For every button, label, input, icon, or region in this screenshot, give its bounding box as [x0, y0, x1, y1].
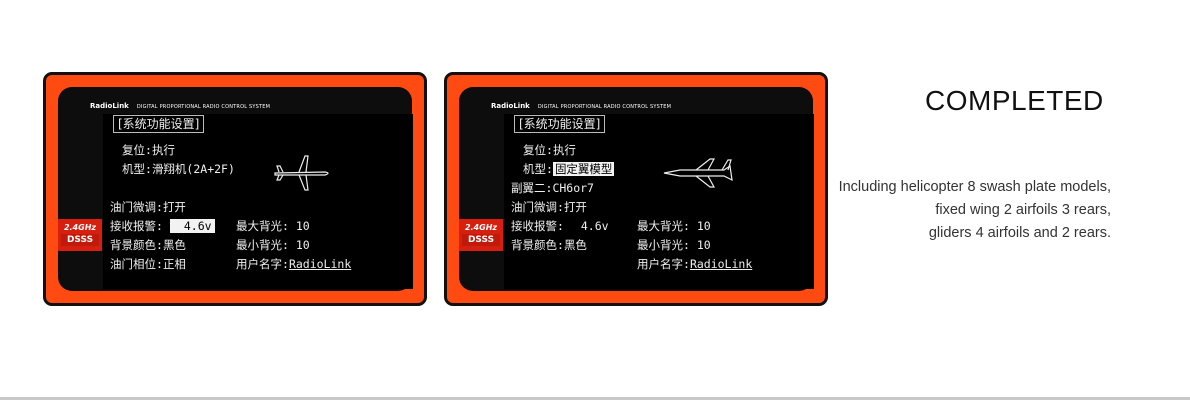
screen-bezel: RadioLink DIGITAL PROPORTIONAL RADIO CONT…: [58, 87, 413, 291]
brand-tagline: DIGITAL PROPORTIONAL RADIO CONTROL SYSTE…: [136, 104, 271, 110]
brand-header: RadioLink DIGITAL PROPORTIONAL RADIO CONT…: [491, 102, 671, 110]
throttle-trim-row: 油门微调:打开: [110, 200, 186, 214]
min-backlight-value[interactable]: 10: [296, 238, 310, 252]
aileron-value[interactable]: CH6or7: [552, 181, 594, 195]
dsss-label: DSSS: [61, 234, 99, 246]
max-backlight-row: 最大背光: 10: [637, 219, 711, 233]
min-backlight-row: 最小背光: 10: [236, 238, 310, 252]
ghz-label: 2.4GHz: [464, 223, 498, 232]
max-backlight-value[interactable]: 10: [697, 219, 711, 233]
color-label: 背景颜色:: [511, 238, 564, 252]
throttle-trim-value[interactable]: 打开: [163, 200, 186, 214]
color-value[interactable]: 黑色: [163, 238, 186, 252]
model-description: Including helicopter 8 swash plate model…: [820, 176, 1111, 245]
reset-label: 复位:: [523, 143, 553, 157]
user-label: 用户名字:: [236, 257, 289, 271]
alarm-value[interactable]: 4.6v: [169, 219, 215, 233]
screen-bezel: RadioLink DIGITAL PROPORTIONAL RADIO CONT…: [459, 87, 814, 291]
description-line: fixed wing 2 airfoils 3 rears,: [935, 202, 1111, 218]
lcd-title: [系统功能设置]: [514, 115, 606, 133]
phase-label: 油门相位:: [110, 257, 163, 271]
lcd-title: [系统功能设置]: [113, 115, 205, 133]
user-label: 用户名字:: [637, 257, 690, 271]
max-backlight-label: 最大背光:: [637, 219, 690, 233]
throttle-trim-label: 油门微调:: [511, 200, 564, 214]
reset-row: 复位:执行: [523, 143, 576, 157]
aileron-row: 副翼二:CH6or7: [511, 181, 594, 195]
model-value[interactable]: 滑翔机(2A+2F): [152, 162, 235, 176]
model-label: 机型:: [122, 162, 152, 176]
min-backlight-row: 最小背光: 10: [637, 238, 711, 252]
brand-name: RadioLink: [491, 102, 530, 110]
color-label: 背景颜色:: [110, 238, 163, 252]
brand-header: RadioLink DIGITAL PROPORTIONAL RADIO CONT…: [90, 102, 270, 110]
alarm-value[interactable]: 4.6v: [571, 219, 609, 233]
glider-icon: [274, 155, 329, 191]
lcd-display: [系统功能设置] 复位:执行 机型: 固定翼模型 副翼二:CH6or7 油门微调:…: [504, 114, 814, 289]
brand-name: RadioLink: [90, 102, 129, 110]
phase-row: 油门相位:正相: [110, 257, 186, 271]
lcd-display: [系统功能设置] 复位:执行 机型:滑翔机(2A+2F) 油门微调:打开 接收报…: [103, 114, 413, 289]
transmitter-screen-glider: RadioLink DIGITAL PROPORTIONAL RADIO CONT…: [43, 72, 427, 306]
max-backlight-value[interactable]: 10: [296, 219, 310, 233]
fixed-wing-plane-icon: [663, 158, 733, 188]
min-backlight-value[interactable]: 10: [697, 238, 711, 252]
user-row: 用户名字:RadioLink: [236, 257, 351, 271]
description-line: gliders 4 airfoils and 2 rears.: [928, 225, 1111, 241]
model-row: 机型:滑翔机(2A+2F): [122, 162, 235, 176]
color-row: 背景颜色:黑色: [511, 238, 587, 252]
reset-value[interactable]: 执行: [152, 143, 175, 157]
reset-row: 复位:执行: [122, 143, 175, 157]
throttle-trim-label: 油门微调:: [110, 200, 163, 214]
dsss-logo: 2.4GHz DSSS: [459, 219, 503, 251]
dsss-label: DSSS: [462, 234, 500, 246]
throttle-trim-row: 油门微调:打开: [511, 200, 587, 214]
min-backlight-label: 最小背光:: [637, 238, 690, 252]
max-backlight-row: 最大背光: 10: [236, 219, 310, 233]
reset-value[interactable]: 执行: [553, 143, 576, 157]
model-label: 机型:: [523, 162, 553, 176]
aileron-label: 副翼二:: [511, 181, 553, 195]
reset-label: 复位:: [122, 143, 152, 157]
dsss-logo: 2.4GHz DSSS: [58, 219, 102, 251]
alarm-label: 接收报警:: [110, 219, 163, 233]
description-line: Including helicopter 8 swash plate model…: [838, 179, 1111, 195]
phase-value[interactable]: 正相: [163, 257, 186, 271]
user-row: 用户名字:RadioLink: [637, 257, 752, 271]
ghz-label: 2.4GHz: [63, 223, 97, 232]
brand-tagline: DIGITAL PROPORTIONAL RADIO CONTROL SYSTE…: [537, 104, 672, 110]
completed-heading: COMPLETED: [925, 85, 1104, 116]
min-backlight-label: 最小背光:: [236, 238, 289, 252]
alarm-row: 接收报警: 4.6v: [511, 219, 609, 233]
throttle-trim-value[interactable]: 打开: [564, 200, 587, 214]
alarm-row: 接收报警: 4.6v: [110, 219, 215, 233]
user-value[interactable]: RadioLink: [690, 257, 752, 271]
color-value[interactable]: 黑色: [564, 238, 587, 252]
transmitter-screen-fixed-wing: RadioLink DIGITAL PROPORTIONAL RADIO CONT…: [444, 72, 828, 306]
max-backlight-label: 最大背光:: [236, 219, 289, 233]
color-row: 背景颜色:黑色: [110, 238, 186, 252]
alarm-label: 接收报警:: [511, 219, 564, 233]
model-value[interactable]: 固定翼模型: [552, 162, 615, 176]
user-value[interactable]: RadioLink: [289, 257, 351, 271]
model-row: 机型: 固定翼模型: [523, 162, 615, 176]
